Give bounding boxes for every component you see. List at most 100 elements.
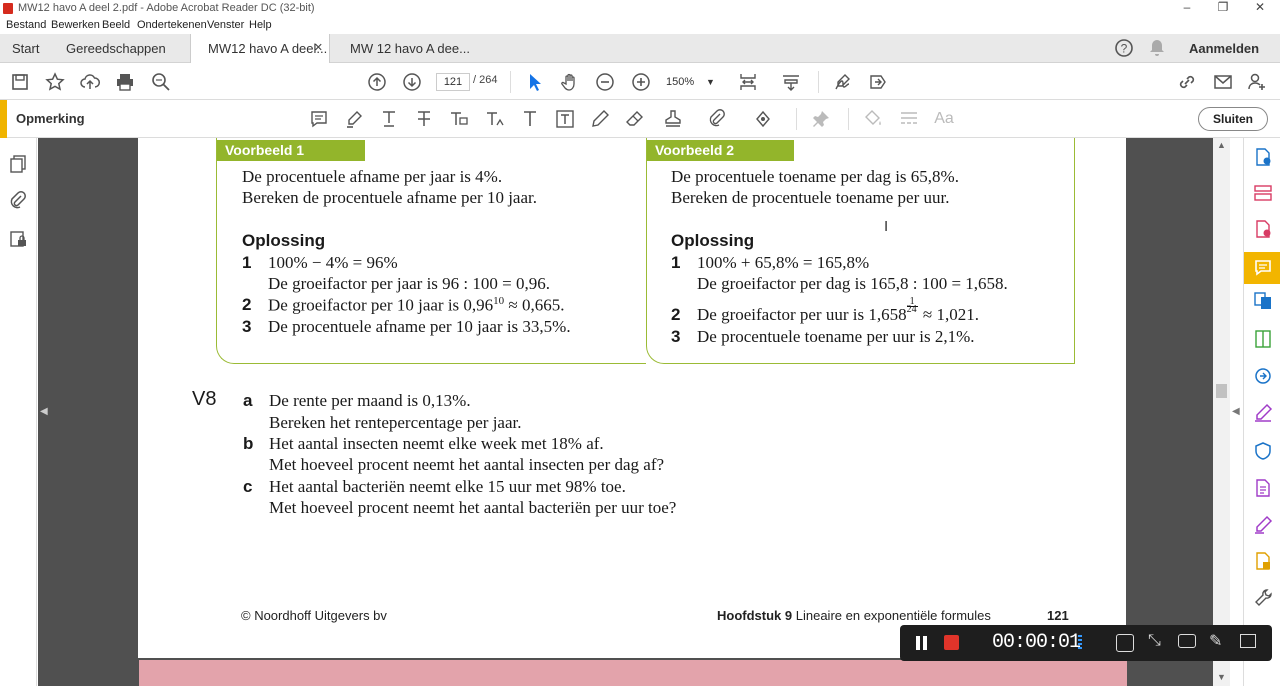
text-box-icon[interactable]	[554, 108, 576, 130]
search-icon[interactable]	[150, 71, 172, 93]
tab-tools[interactable]: Gereedschappen	[66, 34, 166, 63]
scroll-mode-icon[interactable]	[780, 71, 802, 93]
minimize-recorder-icon[interactable]	[1240, 634, 1256, 648]
attach-file-icon[interactable]	[706, 108, 728, 130]
help-icon[interactable]: ?	[1113, 37, 1135, 59]
combine-files-icon[interactable]	[1252, 290, 1274, 312]
sign-document-icon[interactable]	[1252, 514, 1274, 536]
stop-record-icon[interactable]	[944, 635, 959, 650]
menu-bewerken[interactable]: Bewerken	[51, 19, 100, 31]
example-2-line-1: De procentuele toename per dag is 65,8%.	[671, 167, 959, 186]
scroll-up-icon[interactable]: ▲	[1217, 140, 1226, 150]
maximize-button[interactable]: ❐	[1208, 0, 1238, 17]
mail-icon[interactable]	[1212, 71, 1234, 93]
fill-sign-icon[interactable]	[1252, 402, 1274, 424]
toolbar-divider	[818, 71, 819, 93]
tab-close-icon[interactable]: ✕	[314, 34, 323, 63]
example-2-step-2: De groeifactor per uur is 1,658 1 24 ≈ 1,0…	[697, 296, 979, 325]
hand-tool-icon[interactable]	[559, 71, 581, 93]
scroll-down-icon[interactable]: ▼	[1217, 672, 1226, 682]
main-toolbar: 121 / 264 150% ▼	[0, 63, 1280, 100]
protect-icon[interactable]	[1252, 440, 1274, 462]
page-number-input[interactable]: 121	[436, 73, 470, 91]
close-window-button[interactable]: ✕	[1245, 0, 1275, 17]
highlight-icon[interactable]	[343, 108, 365, 130]
next-page-icon[interactable]	[401, 71, 423, 93]
compare-files-icon[interactable]	[1252, 328, 1274, 350]
collapse-left-icon[interactable]: ◀	[40, 406, 48, 417]
select-cursor-icon[interactable]	[524, 71, 546, 93]
example-2-fraction-exponent: 1 24	[906, 296, 919, 320]
upload-cloud-icon[interactable]	[79, 71, 101, 93]
add-user-icon[interactable]	[1246, 71, 1268, 93]
draw-pen-icon[interactable]: ✎	[1209, 631, 1222, 651]
sign-icon[interactable]	[832, 71, 854, 93]
tab-start[interactable]: Start	[12, 34, 39, 63]
menu-ondertekenen[interactable]: Ondertekenen	[137, 19, 207, 31]
export-pdf-icon[interactable]	[1252, 218, 1274, 240]
eraser-icon[interactable]	[624, 108, 646, 130]
tab-document-1[interactable]: MW12 havo A deel... ✕	[190, 34, 330, 63]
signin-button[interactable]: Aanmelden	[1189, 34, 1259, 63]
edit-pdf-icon[interactable]	[1252, 477, 1274, 499]
scrollbar-thumb[interactable]	[1216, 384, 1227, 398]
minimize-button[interactable]: –	[1172, 0, 1202, 17]
add-text-icon[interactable]	[519, 108, 541, 130]
font-properties-icon[interactable]: Aa	[933, 108, 955, 130]
menu-beeld[interactable]: Beeld	[102, 19, 130, 31]
layers-lock-icon[interactable]	[7, 228, 29, 250]
camera-icon[interactable]	[1178, 634, 1196, 648]
exercise-id: V8	[192, 388, 217, 410]
example-2-header: Voorbeeld 2	[647, 140, 794, 161]
pause-icon[interactable]	[916, 636, 920, 650]
stamp-icon[interactable]	[662, 108, 684, 130]
line-style-icon[interactable]	[898, 108, 920, 130]
toolbar-divider	[796, 108, 797, 130]
insert-text-icon[interactable]	[484, 108, 506, 130]
collapse-right-icon[interactable]: ◀	[1232, 406, 1240, 417]
audio-level-icon	[1078, 635, 1082, 651]
prepare-form-icon[interactable]	[1252, 550, 1274, 572]
pin-icon[interactable]	[810, 108, 832, 130]
shapes-icon[interactable]	[752, 108, 774, 130]
create-pdf-icon[interactable]	[1252, 146, 1274, 168]
bell-icon[interactable]	[1146, 37, 1168, 59]
sticky-note-icon[interactable]	[308, 108, 330, 130]
menu-venster[interactable]: Venster	[207, 19, 244, 31]
replace-text-icon[interactable]	[448, 108, 470, 130]
share-send-icon[interactable]	[867, 71, 889, 93]
pencil-icon[interactable]	[589, 108, 611, 130]
organize-pages-icon[interactable]	[1252, 182, 1274, 204]
attachments-icon[interactable]	[7, 190, 29, 212]
example-1-exponent: 10	[493, 295, 505, 307]
document-viewer[interactable]: ◀ Voorbeeld 1 De procentuele afname per …	[38, 138, 1230, 686]
zoom-out-icon[interactable]	[594, 71, 616, 93]
more-tools-icon[interactable]	[1252, 587, 1274, 609]
save-icon[interactable]	[9, 71, 31, 93]
page-fit-icon[interactable]	[737, 71, 759, 93]
fill-color-icon[interactable]	[862, 108, 884, 130]
link-icon[interactable]	[1176, 71, 1198, 93]
print-icon[interactable]	[114, 71, 136, 93]
fullscreen-icon[interactable]: ⤡	[1148, 632, 1161, 650]
underline-text-icon[interactable]	[378, 108, 400, 130]
zoom-select[interactable]: 150% ▼	[666, 73, 718, 91]
exercise-a-label: a	[243, 391, 253, 410]
strikethrough-icon[interactable]	[413, 108, 435, 130]
example-1-step-2: De groeifactor per 10 jaar is 0,9610 ≈ 0…	[268, 295, 565, 316]
example-1-step-2-number: 2	[242, 295, 252, 314]
star-icon[interactable]	[44, 71, 66, 93]
previous-page-icon[interactable]	[366, 71, 388, 93]
close-comment-button[interactable]: Sluiten	[1198, 107, 1268, 131]
comment-tool-icon[interactable]	[1244, 252, 1280, 284]
window-title: MW12 havo A deel 2.pdf - Adobe Acrobat R…	[18, 2, 315, 14]
send-for-review-icon[interactable]	[1252, 365, 1274, 387]
vertical-scrollbar[interactable]: ▲ ▼	[1213, 138, 1230, 686]
zoom-in-icon[interactable]	[630, 71, 652, 93]
comment-toolbar-accent	[0, 100, 7, 138]
screenshot-region-icon[interactable]	[1116, 634, 1134, 652]
tab-document-2[interactable]: MW 12 havo A dee...	[350, 34, 470, 63]
menu-help[interactable]: Help	[249, 19, 272, 31]
page-thumbnails-icon[interactable]	[7, 153, 29, 175]
menu-bestand[interactable]: Bestand	[6, 19, 46, 31]
